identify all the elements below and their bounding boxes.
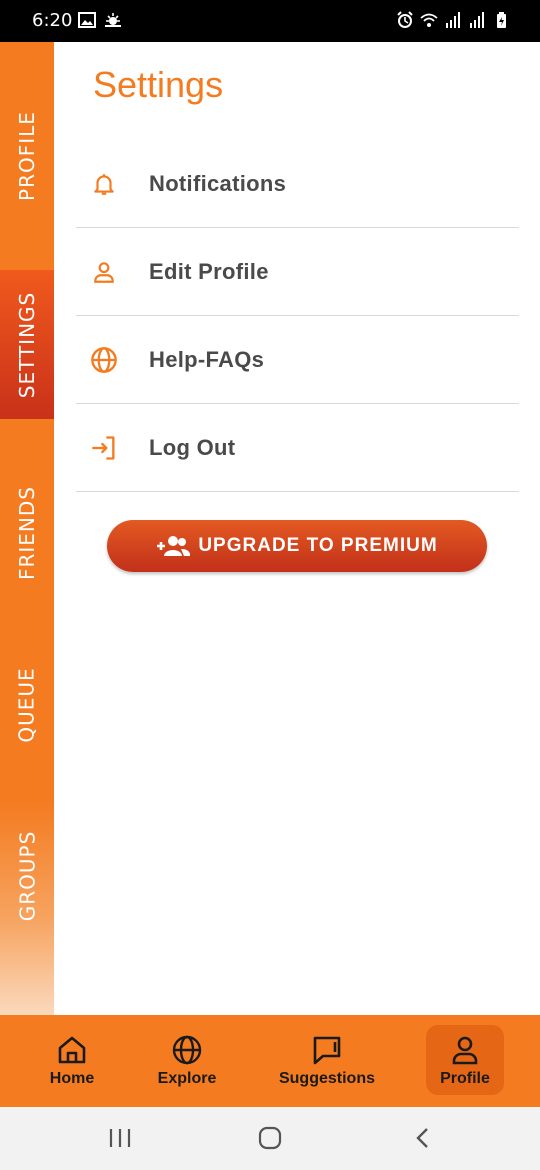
rail-tab-label: PROFILE (15, 111, 40, 201)
status-time: 6:20 (32, 10, 73, 31)
weather-icon (105, 13, 121, 27)
image-icon (78, 12, 96, 28)
nav-label: Profile (440, 1070, 490, 1087)
menu-item-label: Notifications (149, 170, 287, 196)
upgrade-premium-button[interactable]: UPGRADE TO PREMIUM (107, 520, 487, 572)
nav-label: Home (49, 1070, 95, 1087)
nav-suggestions[interactable]: Suggestions (268, 1015, 386, 1107)
rail-tab-profile[interactable]: PROFILE (0, 42, 54, 270)
upgrade-premium-label: UPGRADE TO PREMIUM (198, 535, 438, 556)
signal-icon (470, 12, 484, 28)
menu-item-label: Help-FAQs (149, 346, 265, 372)
bottom-nav: Home Explore Suggestions Profile (0, 1015, 540, 1107)
nav-home[interactable]: Home (32, 1015, 112, 1107)
rail-tab-label: FRIENDS (15, 486, 39, 580)
status-right-icons (396, 11, 510, 29)
chat-icon (313, 1036, 341, 1065)
home-icon (58, 1036, 86, 1064)
menu-item-notifications[interactable]: Notifications (76, 140, 519, 228)
nav-profile[interactable]: Profile (426, 1015, 504, 1107)
side-rail: PROFILE SETTINGS FRIENDS QUEUE GROUPS (0, 42, 54, 1015)
person-icon (452, 1036, 478, 1065)
bell-icon (90, 170, 118, 198)
back-icon[interactable] (408, 1123, 438, 1153)
page-title: Settings (93, 64, 224, 105)
rail-tab-settings[interactable]: SETTINGS (0, 270, 54, 419)
rail-tab-friends[interactable]: FRIENDS (0, 419, 54, 647)
rail-tab-label: QUEUE (15, 666, 40, 743)
menu-item-log-out[interactable]: Log Out (76, 404, 519, 492)
menu-item-label: Edit Profile (149, 258, 269, 284)
rail-tab-queue[interactable]: QUEUE (0, 647, 54, 762)
battery-icon (497, 12, 506, 28)
globe-icon (90, 346, 118, 374)
rail-tab-label: GROUPS (15, 830, 39, 922)
add-group-icon (157, 536, 191, 556)
signal-icon (446, 12, 460, 28)
logout-icon (90, 434, 118, 462)
status-bar: 6:20 (0, 0, 540, 42)
globe-icon (172, 1035, 202, 1065)
nav-label: Explore (157, 1070, 217, 1087)
nav-explore[interactable]: Explore (146, 1015, 228, 1107)
home-circle-icon[interactable] (255, 1123, 285, 1153)
status-left-icons (78, 11, 122, 29)
alarm-icon (397, 11, 413, 28)
rail-tab-label: SETTINGS (15, 291, 39, 398)
settings-menu: Notifications Edit Profile Help-FAQs Log… (76, 140, 519, 492)
nav-label: Suggestions (278, 1070, 375, 1087)
person-icon (90, 258, 118, 286)
rail-tab-groups[interactable]: GROUPS (0, 762, 54, 990)
menu-item-label: Log Out (149, 434, 236, 460)
menu-item-edit-profile[interactable]: Edit Profile (76, 228, 519, 316)
system-nav-bar (0, 1107, 540, 1170)
wifi-icon (420, 13, 438, 27)
recents-icon[interactable] (105, 1123, 135, 1153)
menu-item-help-faqs[interactable]: Help-FAQs (76, 316, 519, 404)
